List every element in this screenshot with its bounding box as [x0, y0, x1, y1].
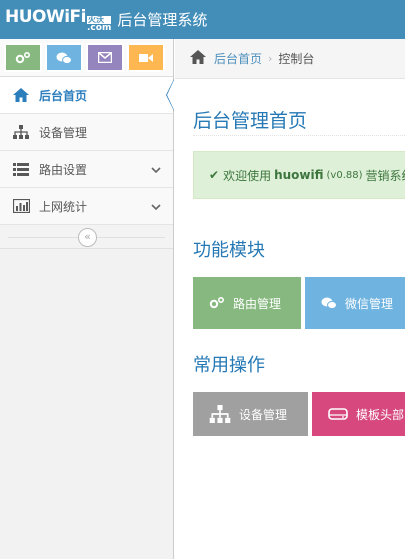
list-icon: [12, 160, 30, 178]
logo-sub-com: .com: [87, 23, 112, 33]
section-title-ops: 常用操作: [193, 355, 265, 376]
alert-version: (v0.88): [326, 169, 363, 181]
page-header: 后台管理首页: [193, 106, 405, 136]
wechat-icon: [56, 52, 72, 64]
wechat-icon: [321, 296, 337, 310]
router-management-tile[interactable]: 路由管理: [193, 277, 301, 329]
breadcrumb-current: 控制台: [278, 52, 315, 66]
chevron-down-icon: [151, 163, 161, 177]
logo-sub: 火沃 .com: [87, 16, 112, 33]
home-icon[interactable]: [190, 50, 206, 67]
shortcut-envelope-button[interactable]: [86, 43, 124, 72]
gears-icon: [209, 296, 225, 310]
shortcut-gears-button[interactable]: [4, 43, 42, 72]
sidebar-item-label: 上网统计: [39, 199, 88, 214]
main-content: 后台管理首页 ✔ 欢迎使用 huowifi (v0.88) 营销系统 功能模块 …: [175, 80, 405, 559]
home-icon: [12, 86, 30, 104]
section-title-modules: 功能模块: [193, 240, 265, 261]
sitemap-icon: [12, 123, 30, 141]
breadcrumb-separator: ›: [268, 52, 273, 65]
alert-suffix: 营销系统: [365, 168, 405, 183]
shortcut-video-button[interactable]: [127, 43, 165, 72]
alert-brand: huowifi: [274, 168, 324, 182]
sidebar-item-label: 后台首页: [39, 88, 88, 103]
welcome-alert: ✔ 欢迎使用 huowifi (v0.88) 营销系统: [193, 151, 405, 199]
device-management-tile[interactable]: 设备管理: [193, 392, 308, 436]
wechat-management-tile[interactable]: 微信管理: [305, 277, 405, 329]
sidebar-collapse-row: «: [0, 225, 173, 249]
tile-label: 路由管理: [233, 296, 282, 311]
chevron-down-icon: [151, 200, 161, 214]
envelope-icon: [98, 52, 112, 63]
sidebar-item-stats[interactable]: 上网统计: [0, 188, 173, 225]
template-header-tile[interactable]: 模板头部: [312, 392, 405, 436]
top-navbar: HUOWiFi 火沃 .com 后台管理系统: [0, 0, 405, 39]
sidebar: 后台首页 设备管理 路由设置 上网统计 «: [0, 39, 174, 559]
gears-icon: [15, 51, 31, 63]
sidebar-item-home[interactable]: 后台首页: [0, 77, 174, 114]
shortcut-wechat-button[interactable]: [45, 43, 83, 72]
video-icon: [139, 53, 153, 62]
bar-chart-icon: [12, 197, 30, 215]
sitemap-icon: [209, 405, 231, 423]
breadcrumb-home-link[interactable]: 后台首页: [214, 50, 262, 67]
tile-label: 模板头部: [356, 407, 405, 422]
check-icon: ✔: [209, 168, 220, 182]
sidebar-item-label: 路由设置: [39, 162, 88, 177]
tile-label: 微信管理: [345, 296, 394, 311]
op-tiles: 设备管理 模板头部: [193, 392, 405, 436]
breadcrumb: 后台首页 › 控制台: [175, 39, 405, 79]
hdd-icon: [328, 407, 348, 421]
sidebar-shortcuts: [0, 39, 173, 77]
sidebar-item-router-settings[interactable]: 路由设置: [0, 151, 173, 188]
logo[interactable]: HUOWiFi 火沃 .com: [5, 7, 112, 33]
logo-text: HUOWiFi: [5, 7, 87, 27]
module-tiles: 路由管理 微信管理: [193, 277, 405, 329]
alert-prefix: 欢迎使用: [223, 168, 272, 183]
page-title: 后台管理首页: [193, 110, 308, 132]
sidebar-item-label: 设备管理: [39, 125, 88, 140]
tile-label: 设备管理: [239, 407, 288, 422]
active-indicator-inner: [167, 80, 174, 110]
sidebar-item-devices[interactable]: 设备管理: [0, 114, 173, 151]
app-title: 后台管理系统: [117, 11, 208, 29]
sidebar-collapse-button[interactable]: «: [78, 228, 97, 247]
